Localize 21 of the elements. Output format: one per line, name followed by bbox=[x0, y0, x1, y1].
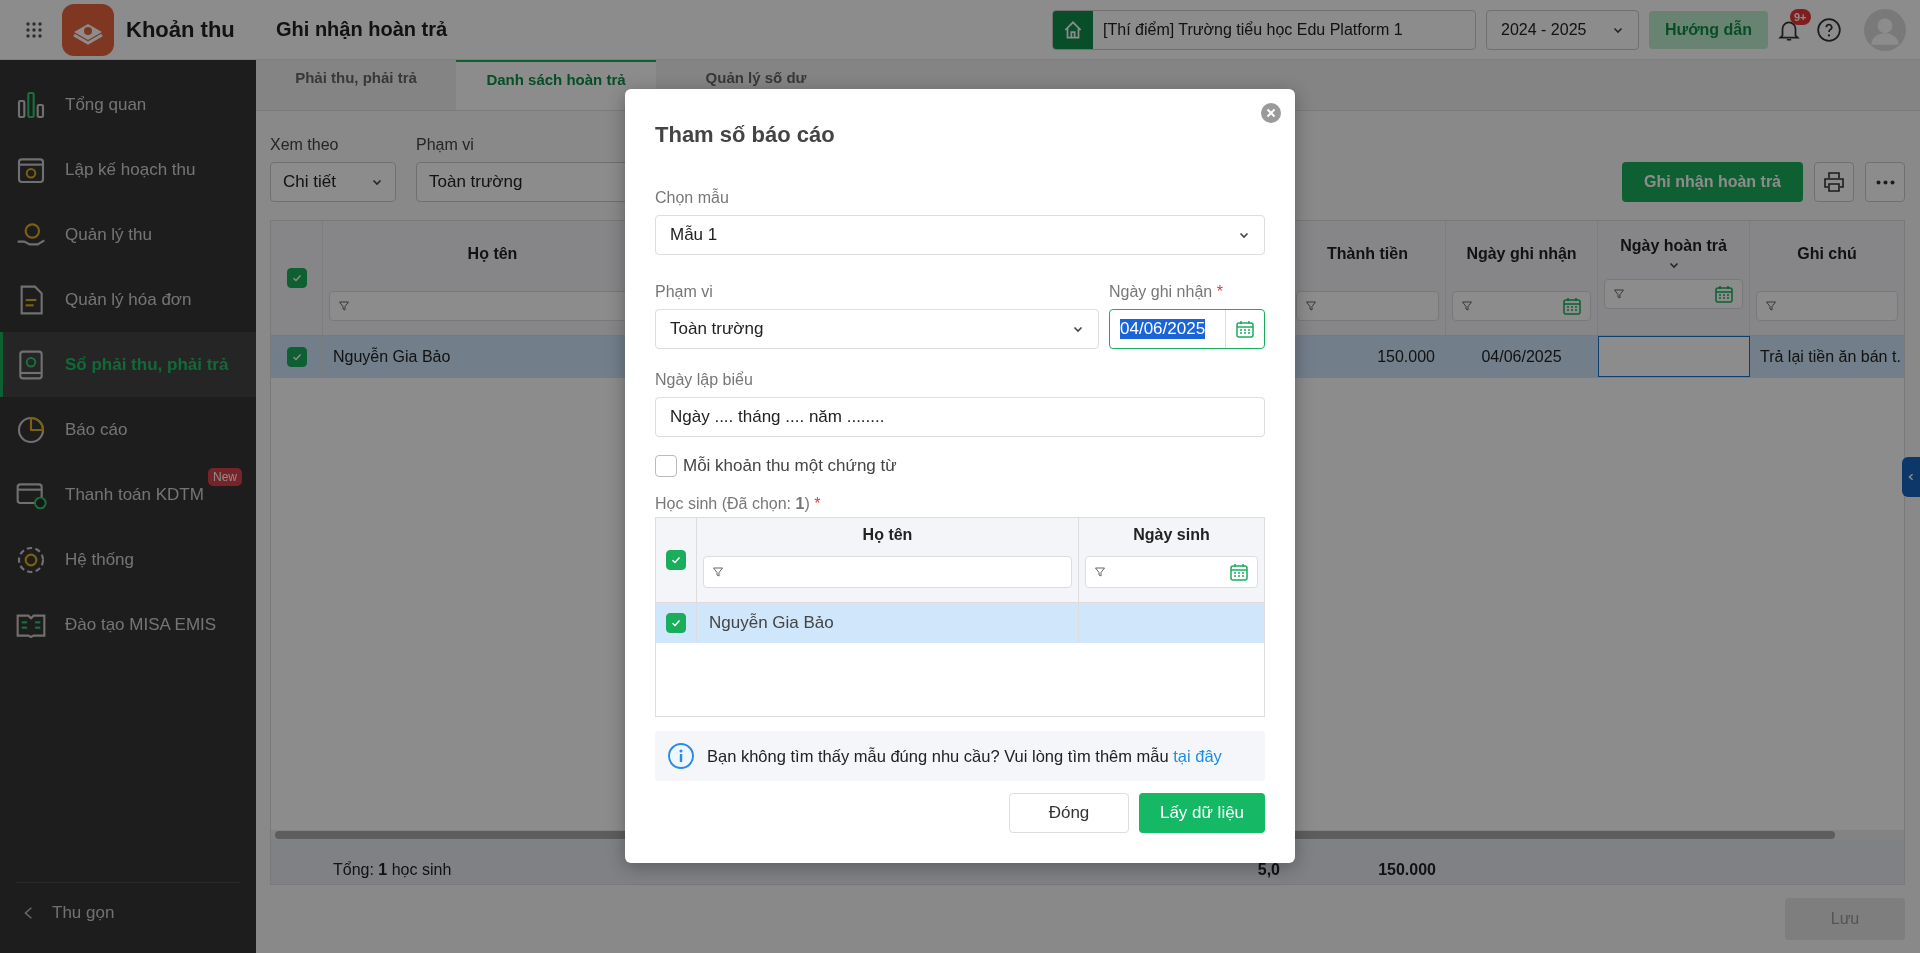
dialog-title: Tham số báo cáo bbox=[655, 122, 835, 148]
table-cell: Nguyễn Gia Bảo bbox=[333, 347, 451, 366]
filter-label: Phạm vi bbox=[416, 136, 475, 154]
table-cell: 04/06/2025 bbox=[1481, 347, 1562, 366]
field-label: Phạm vi bbox=[655, 283, 714, 301]
table-cell: 150.000 bbox=[1378, 861, 1436, 879]
new-badge: New bbox=[208, 468, 242, 486]
field-label: Ngày ghi nhận * bbox=[1109, 283, 1224, 301]
checkbox-label: Mỗi khoản thu một chứng từ bbox=[683, 456, 897, 476]
table-cell: 150.000 bbox=[1377, 347, 1435, 366]
app-name: Khoản thu bbox=[126, 16, 236, 43]
notification-badge: 9+ bbox=[1790, 8, 1811, 25]
total-count: Tổng: 1 học sinh bbox=[333, 861, 452, 879]
table-cell: Nguyễn Gia Bảo bbox=[709, 613, 834, 633]
page-title: Ghi nhận hoàn trả bbox=[276, 18, 448, 41]
table-cell: Trả lại tiền ăn bán t. bbox=[1760, 347, 1901, 366]
field-label: Học sinh (Đã chọn: 1) * bbox=[655, 495, 822, 513]
table-cell: 5,0 bbox=[1257, 861, 1280, 879]
field-label: Ngày lập biểu bbox=[655, 371, 754, 389]
info-text: Bạn không tìm thấy mẫu đúng nhu cầu? Vui lòng tìm thêm mẫu tại đây bbox=[707, 746, 1222, 766]
filter-label: Xem theo bbox=[270, 136, 340, 154]
